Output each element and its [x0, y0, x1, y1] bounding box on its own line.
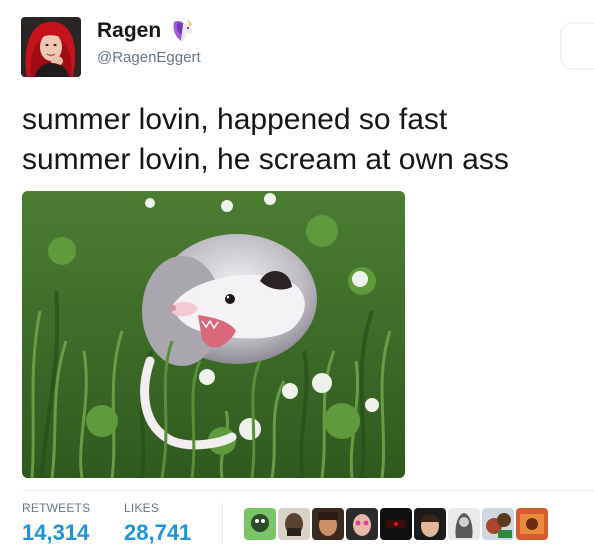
tweet-text-line-2: summer lovin, he scream at own ass: [22, 143, 509, 176]
retweets-count: 14,314: [22, 520, 90, 545]
avatar[interactable]: [21, 17, 81, 77]
liker-avatar[interactable]: [414, 508, 446, 540]
liker-avatar[interactable]: [278, 508, 310, 540]
likes-stat[interactable]: LIKES 28,741: [124, 501, 191, 546]
liker-avatar[interactable]: [448, 508, 480, 540]
user-info: Ragen @RagenEggert: [97, 17, 201, 66]
tweet-text-line-1: summer lovin, happened so fast: [22, 103, 448, 136]
stats-divider: [22, 490, 594, 491]
display-name-row: Ragen: [97, 17, 201, 45]
stats-vertical-divider: [222, 503, 223, 543]
tweet-card: Ragen @RagenEggert summer lovin, happene…: [0, 0, 594, 548]
tweet-text: summer lovin, happened so fast summer lo…: [22, 100, 509, 180]
liker-avatar[interactable]: [380, 508, 412, 540]
liker-avatar[interactable]: [312, 508, 344, 540]
follow-button[interactable]: [560, 22, 594, 70]
liker-avatar[interactable]: [346, 508, 378, 540]
tweet-photo[interactable]: [22, 191, 405, 478]
liker-avatar[interactable]: [244, 508, 276, 540]
likes-label: LIKES: [124, 501, 160, 515]
display-name[interactable]: Ragen: [97, 19, 161, 43]
user-handle[interactable]: @RagenEggert: [97, 49, 201, 66]
retweets-label: RETWEETS: [22, 501, 91, 515]
unicorn-icon: [168, 19, 194, 43]
likes-count: 28,741: [124, 520, 192, 545]
retweets-stat[interactable]: RETWEETS 14,314: [22, 501, 90, 546]
liker-avatars: [244, 508, 548, 540]
liker-avatar[interactable]: [482, 508, 514, 540]
liker-avatar[interactable]: [516, 508, 548, 540]
